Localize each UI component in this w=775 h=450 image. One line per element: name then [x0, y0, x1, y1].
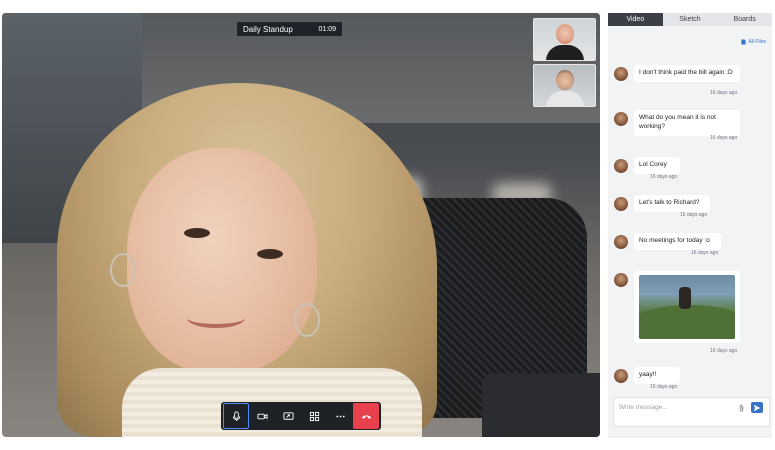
message-bubble: What do you mean it is not working?	[634, 110, 740, 136]
message-time: 16 days ago	[710, 90, 738, 96]
avatar	[614, 112, 628, 126]
avatar	[614, 67, 628, 81]
smile	[187, 308, 245, 328]
send-icon	[753, 404, 761, 411]
paperclip-icon	[739, 404, 744, 412]
message-bubble: yaay!!	[634, 367, 680, 384]
message-bubble: Lol Corey	[634, 157, 680, 174]
end-call-button[interactable]	[353, 403, 379, 429]
message-time: 16 days ago	[650, 174, 678, 180]
screen-share-icon	[282, 411, 294, 420]
message-time: 16 days ago	[650, 384, 678, 390]
call-controls	[221, 402, 381, 430]
message-time: 16 days ago	[710, 135, 738, 141]
participant-face	[127, 148, 317, 373]
message-bubble: No meetings for today :o	[634, 233, 721, 250]
end-call-icon	[361, 414, 371, 419]
all-files-label: All Files	[748, 39, 766, 45]
shared-photo[interactable]	[639, 275, 735, 339]
thumbnail-face	[556, 24, 574, 44]
photo-jumping-person	[679, 287, 691, 309]
main-video	[2, 13, 600, 437]
panel-tabs: Video Sketch Boards	[608, 13, 772, 26]
tab-boards[interactable]: Boards	[717, 13, 772, 26]
photo-hill	[639, 305, 735, 339]
send-button[interactable]	[751, 402, 763, 413]
chair-arm	[482, 373, 600, 437]
chat-panel: Video Sketch Boards All Files I don't th…	[608, 13, 772, 438]
attach-icon[interactable]	[738, 404, 746, 414]
more-icon	[335, 415, 345, 417]
microphone-icon	[232, 410, 240, 421]
avatar	[614, 197, 628, 211]
call-title-bar: Daily Standup 01:09	[237, 22, 342, 36]
earring	[110, 253, 136, 287]
eye	[184, 228, 210, 238]
message-time: 16 days ago	[680, 212, 708, 218]
file-icon	[741, 39, 747, 45]
participant-thumbnail[interactable]	[533, 64, 596, 107]
message-composer: Write message...	[613, 397, 770, 427]
tab-video[interactable]: Video	[608, 13, 663, 26]
participant-thumbnail[interactable]	[533, 18, 596, 61]
eye	[257, 249, 283, 259]
thumbnail-face	[556, 70, 574, 90]
avatar	[614, 159, 628, 173]
grid-icon	[309, 411, 319, 421]
camera-button[interactable]	[249, 403, 275, 429]
video-camera-icon	[256, 413, 268, 419]
avatar	[614, 369, 628, 383]
image-message-bubble[interactable]	[634, 271, 740, 343]
message-input[interactable]: Write message...	[619, 404, 668, 411]
message-bubble: Let's talk to Richard?	[634, 195, 710, 212]
mute-button[interactable]	[223, 403, 249, 429]
more-button[interactable]	[327, 403, 353, 429]
all-files-link[interactable]: All Files	[741, 39, 766, 45]
avatar	[614, 273, 628, 287]
avatar	[614, 235, 628, 249]
layout-button[interactable]	[301, 403, 327, 429]
tab-sketch[interactable]: Sketch	[663, 13, 718, 26]
call-timer: 01:09	[318, 25, 336, 33]
thumbnail-shoulders	[546, 45, 584, 60]
screen-share-button[interactable]	[275, 403, 301, 429]
message-bubble: I don't think paid the bill again :D	[634, 65, 740, 82]
message-time: 16 days ago	[691, 250, 719, 256]
call-title: Daily Standup	[243, 24, 293, 34]
message-time: 16 days ago	[710, 348, 738, 354]
earring	[294, 303, 320, 337]
thumbnail-shoulders	[546, 91, 584, 106]
